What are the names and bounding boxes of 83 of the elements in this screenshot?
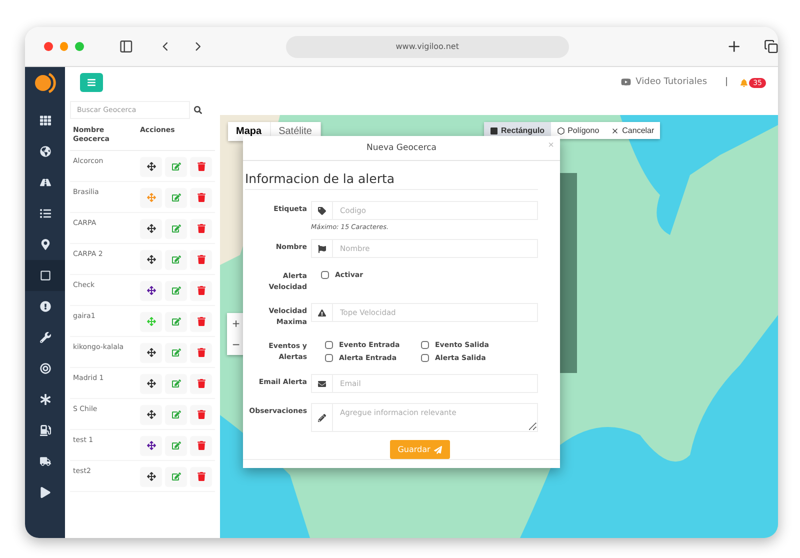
road-icon <box>40 177 50 188</box>
edit-button[interactable] <box>165 312 187 332</box>
trash-icon <box>196 379 206 388</box>
trash-icon <box>196 441 206 450</box>
edit-icon <box>172 286 180 296</box>
edit-icon <box>172 193 180 202</box>
maximize-dot[interactable] <box>75 42 84 51</box>
play-icon <box>40 487 50 498</box>
globe-icon <box>40 146 50 157</box>
edit-icon <box>172 472 180 482</box>
edit-icon <box>172 224 180 234</box>
edit-button[interactable] <box>165 188 187 208</box>
truck-icon <box>40 456 50 467</box>
move-button[interactable] <box>140 404 162 425</box>
checkbox[interactable] <box>325 340 333 349</box>
section-title: Informacion de la alerta <box>245 171 538 190</box>
delete-button[interactable] <box>190 280 212 301</box>
edit-icon <box>172 441 180 450</box>
edit-icon <box>172 379 180 388</box>
list-icon <box>40 208 50 219</box>
hexagon-icon <box>556 126 565 134</box>
edit-icon <box>172 317 180 326</box>
sidebar-toggle-icon[interactable] <box>118 39 133 54</box>
checkbox[interactable] <box>421 354 429 362</box>
delete-button[interactable] <box>190 188 212 208</box>
trash-icon <box>196 348 206 358</box>
delete-button[interactable] <box>190 342 212 363</box>
url-bar[interactable]: www.vigiloo.net <box>286 36 569 58</box>
alert-icon <box>40 301 50 312</box>
delete-button[interactable] <box>190 374 212 394</box>
menu-button[interactable] <box>80 73 103 92</box>
send-icon <box>434 446 442 454</box>
target-icon <box>40 363 50 374</box>
checkbox[interactable] <box>421 340 429 349</box>
trash-icon <box>196 472 206 482</box>
grid-icon <box>40 115 50 126</box>
menu-icon <box>87 78 96 87</box>
move-button[interactable] <box>140 466 162 487</box>
trash-icon <box>196 317 206 326</box>
asterisk-icon <box>40 394 50 405</box>
fuel-pump-icon <box>40 425 50 436</box>
move-button[interactable] <box>140 250 162 270</box>
trash-icon <box>196 162 206 172</box>
edit-icon <box>172 410 180 420</box>
delete-button[interactable] <box>190 218 212 239</box>
delete-button[interactable] <box>190 312 212 332</box>
delete-button[interactable] <box>190 250 212 270</box>
trash-icon <box>196 410 206 420</box>
close-dot[interactable] <box>44 42 53 51</box>
delete-button[interactable] <box>190 156 212 177</box>
move-button[interactable] <box>140 436 162 456</box>
map-pin-icon <box>40 239 50 250</box>
minimize-dot[interactable] <box>60 42 68 51</box>
edit-icon <box>172 162 180 172</box>
video-icon <box>620 77 631 87</box>
trash-icon <box>196 255 206 264</box>
move-button[interactable] <box>140 342 162 363</box>
move-button[interactable] <box>140 156 162 177</box>
delete-button[interactable] <box>190 436 212 456</box>
edit-icon <box>172 348 180 358</box>
close-icon <box>611 126 620 134</box>
logo-icon <box>34 71 56 95</box>
sidebar-item[interactable] <box>25 260 65 291</box>
move-button[interactable] <box>140 374 162 394</box>
trash-icon <box>196 224 206 234</box>
checkbox[interactable] <box>325 354 333 362</box>
edit-icon <box>172 255 180 264</box>
delete-button[interactable] <box>190 404 212 425</box>
draw-tool-button[interactable]: Polígono <box>550 122 606 139</box>
search-icon[interactable] <box>194 106 202 114</box>
tabs-icon[interactable] <box>764 39 778 54</box>
delete-button[interactable] <box>190 466 212 487</box>
separator: | <box>725 77 728 87</box>
video-tutorials-link[interactable]: Video Tutoriales <box>620 77 708 87</box>
wrench-icon <box>40 332 50 343</box>
trash-icon <box>196 193 206 202</box>
move-button[interactable] <box>140 280 162 301</box>
checkbox[interactable] <box>321 271 329 280</box>
draw-tool-button[interactable]: Cancelar <box>605 122 660 139</box>
modal-title: Nueva Geocerca <box>366 143 437 154</box>
envelope-icon <box>311 374 332 394</box>
move-button[interactable] <box>140 218 162 239</box>
trash-icon <box>196 286 206 296</box>
